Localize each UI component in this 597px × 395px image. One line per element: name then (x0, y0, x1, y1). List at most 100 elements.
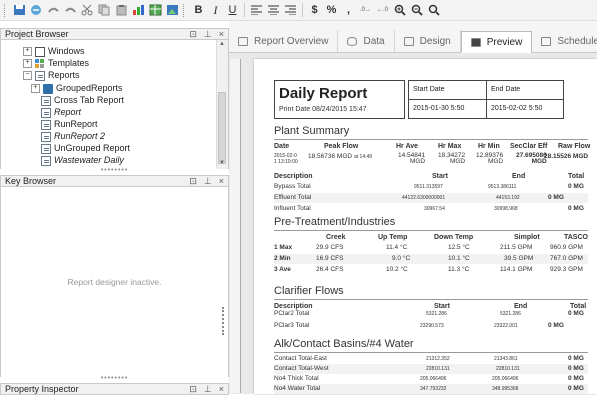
restore-icon[interactable]: ⊡ (189, 384, 197, 395)
tree-item-label: GroupedReports (56, 83, 123, 93)
tree-item-ungrouped-report[interactable]: UnGrouped Report (41, 143, 130, 154)
tab-design[interactable]: Design (395, 30, 461, 52)
row-label: 3 Ave (274, 266, 291, 273)
comma-button[interactable]: , (341, 3, 356, 18)
tree-item-reports[interactable]: − Reports (23, 70, 80, 81)
plant-summary-header-row: Date Peak Flow Hr Ave Hr Max Hr Min SecC… (274, 142, 590, 152)
row-total: 0 MG (568, 355, 584, 362)
tree-item-cross-tab-report[interactable]: Cross Tab Report (41, 95, 124, 106)
row-desc: Bypass Total (274, 183, 311, 190)
scroll-up-icon[interactable]: ▲ (218, 41, 226, 49)
copy-icon[interactable] (97, 3, 112, 18)
edit-document-icon (41, 155, 51, 166)
row-tasco: 767.0 GPM (550, 255, 583, 262)
italic-button[interactable]: I (208, 3, 223, 18)
pin-icon[interactable]: ⊥ (204, 176, 212, 187)
tree-item-groupedreports[interactable]: + GroupedReports (31, 83, 123, 94)
cut-icon[interactable] (80, 3, 95, 18)
collapse-icon[interactable]: − (23, 71, 32, 80)
report-workspace: Report Overview Data Design Preview Sche… (229, 21, 597, 394)
open-icon[interactable] (29, 3, 44, 18)
close-icon[interactable]: × (219, 176, 224, 187)
row-start: 347.793232 (420, 386, 447, 392)
date-range-table: Start Date End Date 2015-01-30 5:50 2015… (408, 80, 564, 119)
toolbar-grip[interactable] (4, 3, 8, 17)
pin-icon[interactable]: ⊥ (204, 384, 212, 395)
paste-icon[interactable] (114, 3, 129, 18)
chart-icon[interactable] (131, 3, 146, 18)
preview-icon (470, 37, 481, 47)
expand-icon[interactable]: + (23, 47, 32, 56)
align-left-icon[interactable] (249, 3, 264, 18)
row-total: 0 MG (568, 205, 584, 212)
row-end: 22810.131 (496, 366, 520, 372)
section-rule (274, 139, 588, 140)
tree-item-templates[interactable]: + Templates (23, 58, 89, 69)
align-center-icon[interactable] (266, 3, 281, 18)
col-header: Hr Ave (396, 143, 419, 150)
currency-button[interactable]: $ (307, 3, 322, 18)
bold-button[interactable]: B (191, 3, 206, 18)
row-desc: PClar2 Total (274, 310, 310, 317)
hr-min-value: 12.89376 MGD (476, 152, 504, 165)
table-row: No4 Thick Total 205.066496 205.066496 0 … (274, 374, 588, 384)
tree-item-windows[interactable]: + Windows (23, 46, 85, 57)
tree-item-report[interactable]: Report (41, 107, 81, 118)
redo-icon[interactable] (63, 3, 78, 18)
restore-icon[interactable]: ⊡ (189, 29, 197, 40)
zoom-out-icon[interactable] (409, 3, 424, 18)
pin-icon[interactable]: ⊥ (204, 29, 212, 40)
row-tasco: 960.9 GPM (550, 244, 583, 251)
restore-icon[interactable]: ⊡ (189, 176, 197, 187)
undo-icon[interactable] (46, 3, 61, 18)
close-icon[interactable]: × (219, 29, 224, 40)
align-right-icon[interactable] (283, 3, 298, 18)
section-title: Clarifier Flows (274, 285, 344, 297)
underline-button[interactable]: U (225, 3, 240, 18)
tree-item-wastewater-daily[interactable]: Wastewater Daily (41, 155, 124, 166)
increase-decimal-icon[interactable]: .0→ (358, 3, 373, 18)
decrease-decimal-icon[interactable]: ←.0 (375, 3, 390, 18)
tree-item-label: Report (54, 107, 82, 117)
expand-icon[interactable]: + (23, 59, 32, 68)
col-header: Hr Min (478, 143, 500, 150)
tree-scrollbar[interactable]: ▲ ▼ (216, 40, 228, 169)
close-icon[interactable]: × (219, 384, 224, 395)
tree-item-runreport-2[interactable]: RunReport 2 (41, 131, 105, 142)
tab-preview[interactable]: Preview (460, 31, 533, 53)
row-total: 0 MG (568, 365, 584, 372)
tab-report-overview[interactable]: Report Overview (229, 30, 339, 52)
tab-schedule[interactable]: Schedule (532, 30, 597, 52)
side-splitter[interactable] (222, 307, 226, 335)
tree-item-label: Windows (48, 46, 85, 56)
row-end: 44153.192 (496, 195, 520, 201)
row-label: 2 Min (274, 255, 291, 262)
tree-item-runreport[interactable]: RunReport (41, 119, 98, 130)
percent-button[interactable]: % (324, 3, 339, 18)
table-row: PClar2 Total 5321.286 5321.286 0 MG (274, 309, 588, 319)
image-icon[interactable] (165, 3, 180, 18)
zoom-in-icon[interactable] (392, 3, 407, 18)
toolbar-separator (244, 3, 245, 17)
scroll-thumb[interactable] (218, 92, 226, 164)
row-end: 205.066496 (492, 376, 519, 382)
plant-desc-header-row: Description Start End Total (274, 172, 588, 182)
toolbar-grip-2[interactable] (183, 3, 187, 17)
row-up-temp: 10.2 °C (386, 266, 408, 273)
tab-data[interactable]: Data (338, 30, 395, 52)
expand-icon[interactable]: + (31, 84, 40, 93)
row-end: 21343.861 (494, 356, 518, 362)
plant-summary-value-row: 2015-02-0 1 13:19:00 18.56736 MGD at 14:… (274, 152, 588, 168)
save-report-icon[interactable] (12, 3, 27, 18)
row-end: 9513.386111 (488, 184, 517, 190)
tab-label: Report Overview (254, 35, 329, 47)
peak-flow-time: at 14:49 (354, 154, 373, 160)
section-title: Alk/Contact Basins/#4 Water (274, 338, 414, 350)
table-icon[interactable] (148, 3, 163, 18)
col-header: Creek (326, 234, 346, 241)
col-header: Date (274, 143, 290, 150)
zoom-fit-icon[interactable] (426, 3, 441, 18)
scroll-down-icon[interactable]: ▼ (218, 160, 226, 168)
overview-icon (238, 36, 248, 46)
table-row: Contact Total-West 22810.131 22810.131 0… (274, 364, 588, 374)
